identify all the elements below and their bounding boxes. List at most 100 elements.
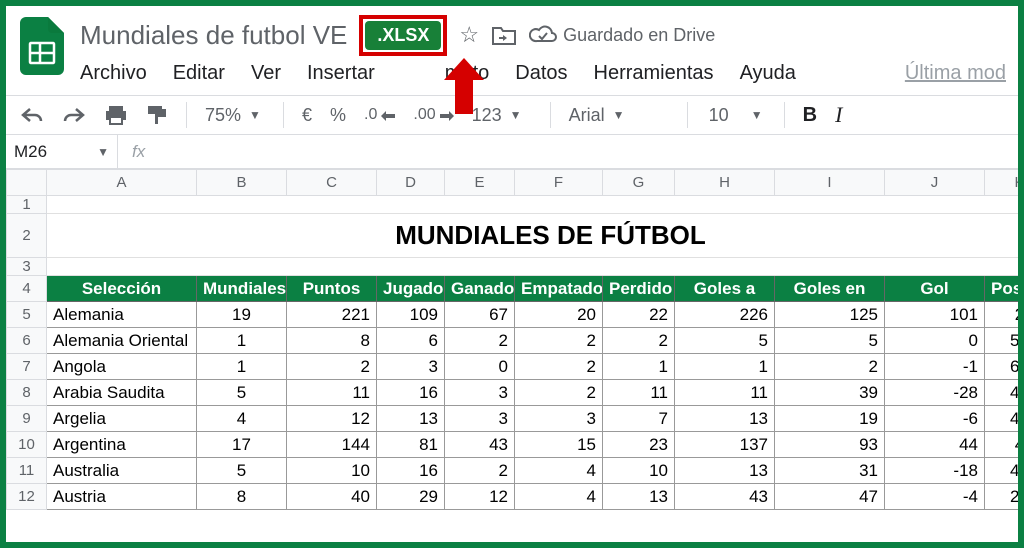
cell[interactable]: 7 [603, 406, 675, 432]
paint-format-button[interactable] [146, 104, 168, 126]
table-header[interactable]: Perdido [603, 276, 675, 302]
cell[interactable]: 1 [675, 354, 775, 380]
cell[interactable]: 2 [775, 354, 885, 380]
cell[interactable]: 1 [603, 354, 675, 380]
cell[interactable]: 51 [985, 328, 1019, 354]
cell[interactable]: 4 [515, 484, 603, 510]
table-header[interactable]: Puntos [287, 276, 377, 302]
cell[interactable]: 137 [675, 432, 775, 458]
menu-tools[interactable]: Herramientas [594, 62, 714, 85]
cell[interactable]: 5 [675, 328, 775, 354]
cell[interactable]: 49 [985, 458, 1019, 484]
select-all-corner[interactable] [7, 170, 47, 196]
cell[interactable]: 4 [985, 432, 1019, 458]
cell[interactable]: 16 [377, 458, 445, 484]
cell[interactable]: 4 [197, 406, 287, 432]
cell[interactable]: 226 [675, 302, 775, 328]
currency-button[interactable]: € [302, 105, 312, 126]
cell[interactable]: 11 [603, 380, 675, 406]
cell[interactable]: 101 [885, 302, 985, 328]
cell[interactable]: -28 [885, 380, 985, 406]
col-header[interactable]: B [197, 170, 287, 196]
cell[interactable]: 125 [775, 302, 885, 328]
cell[interactable]: 109 [377, 302, 445, 328]
decrease-decimal-button[interactable]: .0 [364, 106, 395, 124]
cell[interactable]: 13 [675, 458, 775, 484]
cell[interactable]: 13 [603, 484, 675, 510]
spreadsheet-grid[interactable]: A B C D E F G H I J K 1 2MUNDIALES DE FÚ… [6, 169, 1018, 510]
cell[interactable]: 2 [603, 328, 675, 354]
row-header[interactable]: 4 [7, 276, 47, 302]
name-box[interactable]: M26▼ [6, 135, 118, 168]
last-modified-link[interactable]: Última mod [905, 62, 1006, 85]
cell[interactable]: 31 [775, 458, 885, 484]
row-header[interactable]: 10 [7, 432, 47, 458]
col-header[interactable]: E [445, 170, 515, 196]
col-header[interactable]: F [515, 170, 603, 196]
cell[interactable]: 43 [675, 484, 775, 510]
font-selector[interactable]: Arial▼ [569, 105, 669, 126]
row-header[interactable]: 9 [7, 406, 47, 432]
cell[interactable]: 15 [515, 432, 603, 458]
saved-status[interactable]: Guardado en Drive [529, 25, 715, 46]
cell[interactable]: 44 [885, 432, 985, 458]
cell[interactable]: 67 [445, 302, 515, 328]
formula-input[interactable] [159, 135, 1018, 168]
cell[interactable]: 44 [985, 380, 1019, 406]
table-header[interactable]: Jugado [377, 276, 445, 302]
row-header[interactable]: 12 [7, 484, 47, 510]
cell[interactable]: 2 [515, 354, 603, 380]
print-button[interactable] [104, 104, 128, 126]
col-header[interactable]: H [675, 170, 775, 196]
cell[interactable]: 10 [287, 458, 377, 484]
cell[interactable]: 20 [985, 484, 1019, 510]
cell[interactable]: 8 [287, 328, 377, 354]
cell[interactable]: 3 [445, 380, 515, 406]
cell[interactable]: 29 [377, 484, 445, 510]
cell[interactable]: 11 [287, 380, 377, 406]
zoom-selector[interactable]: 75%▼ [205, 105, 265, 126]
cell[interactable]: Alemania [47, 302, 197, 328]
cell[interactable]: 2 [287, 354, 377, 380]
cell[interactable]: 13 [675, 406, 775, 432]
row-header[interactable]: 2 [7, 214, 47, 258]
table-header[interactable]: Posición [985, 276, 1019, 302]
cell[interactable]: 2 [445, 328, 515, 354]
cell[interactable]: 11 [675, 380, 775, 406]
cell[interactable]: 1 [197, 328, 287, 354]
menu-view[interactable]: Ver [251, 62, 281, 85]
bold-button[interactable]: B [803, 104, 817, 127]
cell[interactable]: Angola [47, 354, 197, 380]
cell[interactable]: 93 [775, 432, 885, 458]
cell[interactable]: 22 [603, 302, 675, 328]
row-header[interactable]: 1 [7, 196, 47, 214]
cell[interactable]: 63 [985, 354, 1019, 380]
cell[interactable]: 3 [445, 406, 515, 432]
cell[interactable]: 42 [985, 406, 1019, 432]
col-header[interactable]: K [985, 170, 1019, 196]
cell[interactable]: 4 [515, 458, 603, 484]
cell[interactable]: -6 [885, 406, 985, 432]
menu-help[interactable]: Ayuda [740, 62, 796, 85]
row-header[interactable]: 5 [7, 302, 47, 328]
col-header[interactable]: D [377, 170, 445, 196]
cell[interactable]: Alemania Oriental [47, 328, 197, 354]
cell[interactable]: 5 [197, 380, 287, 406]
cell[interactable]: 3 [515, 406, 603, 432]
cell[interactable]: -4 [885, 484, 985, 510]
cell[interactable]: 10 [603, 458, 675, 484]
cell[interactable]: Austria [47, 484, 197, 510]
cell[interactable]: Argelia [47, 406, 197, 432]
col-header[interactable]: C [287, 170, 377, 196]
cell[interactable]: 8 [197, 484, 287, 510]
menu-file[interactable]: Archivo [80, 62, 147, 85]
cell[interactable]: 144 [287, 432, 377, 458]
cell[interactable]: 20 [515, 302, 603, 328]
cell[interactable]: 16 [377, 380, 445, 406]
cell[interactable]: Australia [47, 458, 197, 484]
cell[interactable]: 40 [287, 484, 377, 510]
table-header[interactable]: Goles en [775, 276, 885, 302]
cell[interactable]: 5 [775, 328, 885, 354]
col-header[interactable]: J [885, 170, 985, 196]
cell[interactable]: 0 [885, 328, 985, 354]
